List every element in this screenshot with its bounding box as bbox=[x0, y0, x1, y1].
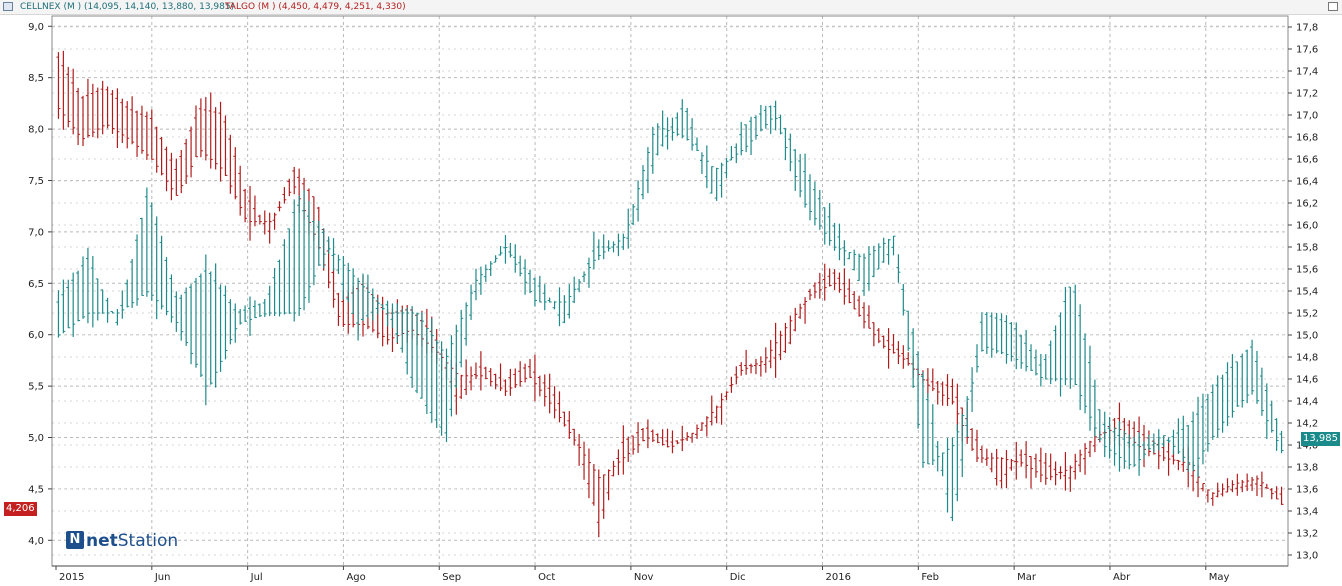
right-tick-label: 16,6 bbox=[1296, 155, 1318, 166]
right-tick-label: 14,4 bbox=[1296, 397, 1318, 408]
right-tick-label: 17,4 bbox=[1296, 67, 1318, 78]
left-tick-label: 4,5 bbox=[28, 484, 44, 495]
right-tick-label: 17,0 bbox=[1296, 111, 1318, 122]
left-tick-label: 7,0 bbox=[28, 227, 44, 238]
right-tick-label: 16,2 bbox=[1296, 199, 1318, 210]
right-tick-label: 15,2 bbox=[1296, 309, 1318, 320]
series-cellnex bbox=[56, 99, 1284, 522]
right-tick-label: 15,4 bbox=[1296, 287, 1318, 298]
left-tick-label: 8,0 bbox=[28, 125, 44, 136]
netstation-logo: NnetStation bbox=[66, 531, 178, 551]
x-tick-label: May bbox=[1209, 572, 1230, 583]
right-tick-label: 17,6 bbox=[1296, 45, 1318, 56]
right-tick-label: 16,8 bbox=[1296, 133, 1318, 144]
right-tick-label: 14,6 bbox=[1296, 375, 1318, 386]
x-tick-label: Ago bbox=[346, 572, 365, 583]
left-axis-ticks: 4,0 4,5 5,0 5,5 6,0 6,5 7,0 7,5 8,0 8,5 9,0 bbox=[28, 22, 52, 547]
x-tick-label: Feb bbox=[921, 572, 939, 583]
right-tick-label: 17,8 bbox=[1296, 23, 1318, 34]
right-tick-label: 14,8 bbox=[1296, 353, 1318, 364]
x-tick-label: Abr bbox=[1113, 572, 1131, 583]
right-tick-label: 13,4 bbox=[1296, 507, 1318, 518]
x-tick-label: Mar bbox=[1017, 572, 1037, 583]
talgo-last-price-badge: 4,206 bbox=[4, 502, 37, 516]
right-tick-label: 17,2 bbox=[1296, 89, 1318, 100]
right-tick-label: 13,0 bbox=[1296, 551, 1318, 562]
x-axis-ticks: 2015 Jun Jul Ago Sep Oct Nov Dic 2016 Feb Mar Abr Ma… bbox=[55, 566, 1230, 583]
x-tick-label: Jul bbox=[250, 572, 263, 583]
x-tick-label: Oct bbox=[538, 572, 555, 583]
right-tick-label: 13,6 bbox=[1296, 485, 1318, 496]
right-tick-label: 15,0 bbox=[1296, 331, 1318, 342]
logo-suffix: Station bbox=[117, 531, 179, 551]
series-talgo bbox=[56, 50, 1284, 538]
left-tick-label: 7,5 bbox=[28, 176, 44, 187]
x-tick-label: Nov bbox=[634, 572, 654, 583]
right-tick-label: 14,2 bbox=[1296, 419, 1318, 430]
left-tick-label: 4,0 bbox=[28, 536, 44, 547]
left-tick-label: 6,5 bbox=[28, 279, 44, 290]
left-tick-label: 8,5 bbox=[28, 73, 44, 84]
left-tick-label: 6,0 bbox=[28, 330, 44, 341]
right-tick-label: 16,4 bbox=[1296, 177, 1318, 188]
grid-lines bbox=[52, 16, 1288, 566]
right-tick-label: 16,0 bbox=[1296, 221, 1318, 232]
x-tick-label: 2016 bbox=[826, 572, 851, 583]
right-tick-label: 13,2 bbox=[1296, 529, 1318, 540]
left-tick-label: 9,0 bbox=[28, 22, 44, 33]
price-chart: 4,0 4,5 5,0 5,5 6,0 6,5 7,0 7,5 8,0 8,5 9,0 13,0 13… bbox=[28, 15, 1318, 583]
x-tick-label: Jun bbox=[154, 572, 171, 583]
left-tick-label: 5,0 bbox=[28, 433, 44, 444]
x-tick-label: 2015 bbox=[59, 572, 84, 583]
netstation-logo-icon: N bbox=[66, 531, 84, 549]
right-axis-ticks: 13,013,213,413,613,814,014,214,414,614,8… bbox=[1288, 23, 1318, 562]
cellnex-last-price-badge: 13,985 bbox=[1301, 432, 1340, 446]
x-tick-label: Sep bbox=[442, 572, 461, 583]
x-tick-label: Dic bbox=[730, 572, 746, 583]
right-tick-label: 13,8 bbox=[1296, 463, 1318, 474]
logo-prefix: net bbox=[86, 531, 118, 551]
left-tick-label: 5,5 bbox=[28, 382, 44, 393]
right-tick-label: 15,8 bbox=[1296, 243, 1318, 254]
right-tick-label: 15,6 bbox=[1296, 265, 1318, 276]
